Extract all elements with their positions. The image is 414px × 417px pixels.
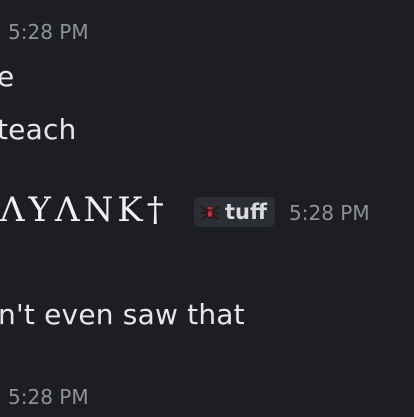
message-timestamp[interactable]: 5:28 PM [8,20,89,44]
username[interactable]: ΛYΛNK† [0,190,168,230]
message-text: e [0,60,15,93]
role-tag[interactable]: tuff [194,197,275,227]
role-tag-label: tuff [225,200,267,224]
spider-icon [200,205,220,220]
message-timestamp[interactable]: 5:28 PM [8,385,89,409]
message-timestamp[interactable]: 5:28 PM [289,201,370,225]
message-text: n't even saw that [0,298,245,331]
chat-message-list: 5:28 PM e teach ΛYΛNK† tuff 5:28 PM n't … [0,0,414,417]
message-text: teach [0,113,77,146]
